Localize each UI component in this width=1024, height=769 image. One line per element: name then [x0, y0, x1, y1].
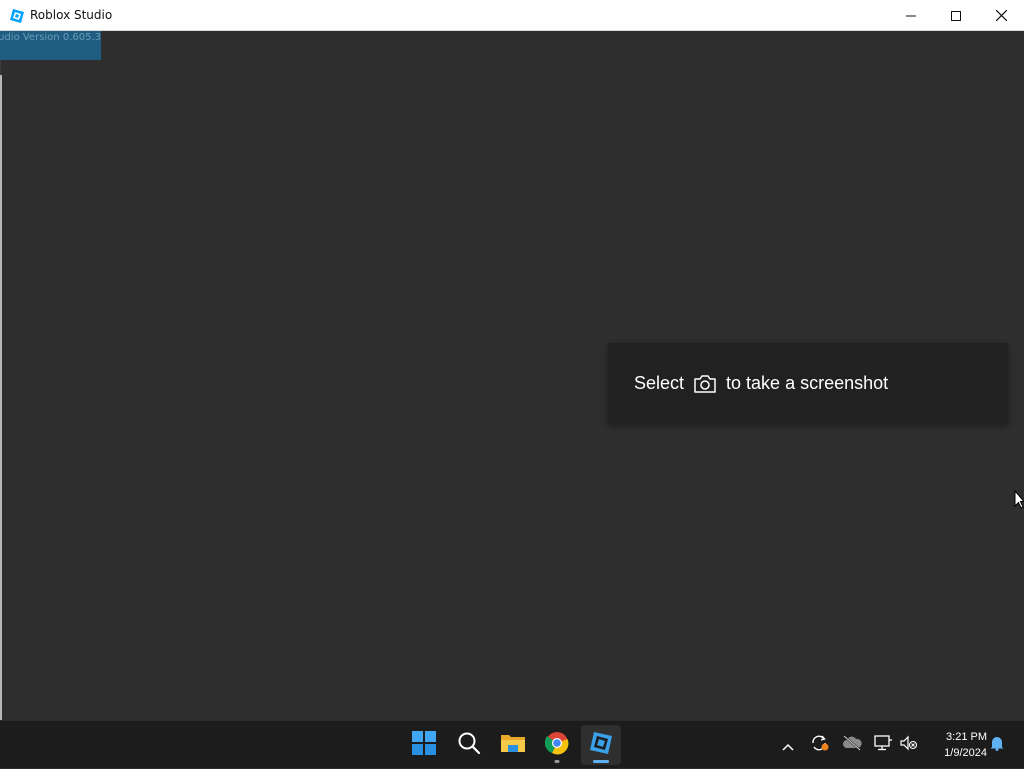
taskbar-start-button[interactable]	[404, 725, 444, 765]
active-indicator	[593, 760, 609, 763]
chevron-up-icon	[782, 736, 794, 755]
roblox-studio-icon	[10, 8, 24, 23]
sync-icon	[810, 734, 830, 756]
cloud-offline-icon	[842, 735, 862, 755]
taskbar: 3:21 PM 1/9/2024	[0, 720, 1024, 768]
screenshot-toast: Select to take a screenshot	[608, 343, 1008, 424]
notification-button[interactable]	[987, 721, 1007, 769]
windows-start-icon	[412, 731, 436, 759]
window-title: Roblox Studio	[30, 8, 113, 22]
mouse-cursor-icon	[1014, 489, 1024, 514]
taskbar-chrome[interactable]	[537, 725, 577, 765]
toast-text-before: Select	[634, 373, 685, 393]
tray-cloud[interactable]	[840, 721, 864, 769]
tray-volume[interactable]	[898, 721, 920, 769]
tray-network[interactable]	[871, 721, 895, 769]
running-indicator	[554, 760, 560, 763]
toast-text-after: to take a screenshot	[726, 373, 889, 393]
taskbar-roblox-studio[interactable]	[581, 725, 621, 765]
window-titlebar[interactable]: Roblox Studio	[0, 0, 1024, 31]
maximize-icon	[951, 6, 961, 25]
folder-icon	[500, 732, 526, 758]
close-button[interactable]	[978, 0, 1024, 31]
camera-icon	[694, 374, 716, 393]
roblox-studio-icon	[589, 731, 613, 759]
show-hidden-icons-button[interactable]	[778, 721, 798, 769]
minimize-icon	[906, 6, 916, 25]
version-badge: udio Version 0.605.3	[0, 31, 101, 60]
minimize-button[interactable]	[888, 0, 934, 31]
bell-icon	[990, 735, 1004, 755]
taskbar-search-button[interactable]	[449, 725, 489, 765]
close-icon	[995, 6, 1007, 25]
taskbar-file-explorer[interactable]	[493, 725, 533, 765]
clock-date: 1/9/2024	[944, 747, 987, 759]
chrome-icon	[544, 731, 569, 759]
volume-muted-icon	[900, 735, 918, 755]
version-text: udio Version 0.605.3	[0, 32, 101, 43]
network-icon	[873, 735, 893, 755]
window-edge	[0, 75, 2, 720]
search-icon	[457, 731, 481, 759]
tray-sync[interactable]	[808, 721, 832, 769]
maximize-button[interactable]	[933, 0, 979, 31]
taskbar-clock[interactable]: 3:21 PM 1/9/2024	[925, 729, 987, 761]
clock-time: 3:21 PM	[946, 731, 987, 743]
